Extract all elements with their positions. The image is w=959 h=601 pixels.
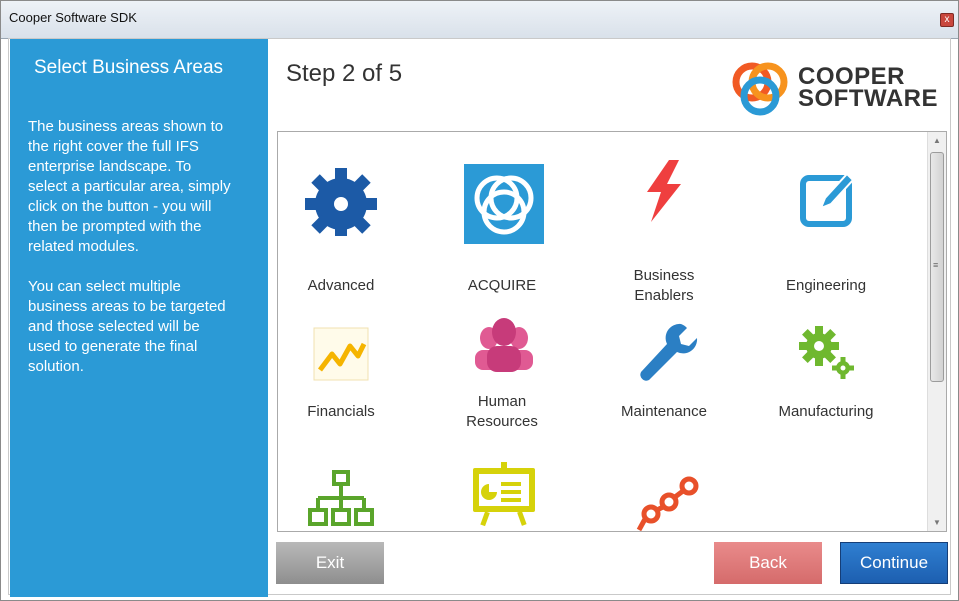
area-label: Enablers xyxy=(634,287,694,304)
scroll-grip-icon: ≡ xyxy=(933,260,939,270)
gear-icon xyxy=(305,168,377,236)
area-label: ACQUIRE xyxy=(467,277,537,294)
area-label: Resources xyxy=(466,413,538,430)
sidebar-description: The business areas shown to the right co… xyxy=(28,118,231,255)
area-label: Engineering xyxy=(785,277,867,294)
logo-rings-icon xyxy=(732,62,788,116)
exit-button[interactable]: Exit xyxy=(276,542,384,584)
window-title: Cooper Software SDK xyxy=(9,10,137,25)
back-button[interactable]: Back xyxy=(714,542,822,584)
sidebar-heading: Select Business Areas xyxy=(34,57,224,78)
area-label: Business xyxy=(633,267,695,284)
people-icon xyxy=(475,318,533,372)
workflow-icon xyxy=(636,476,699,531)
title-bar: Cooper Software SDK x xyxy=(1,1,958,39)
area-label: Advanced xyxy=(307,277,375,294)
business-areas-grid: Advanced ACQUIRE Business Enablers Engin… xyxy=(277,131,947,532)
org-chart-icon xyxy=(308,470,374,526)
area-label: Financials xyxy=(307,403,375,420)
edit-icon xyxy=(800,172,855,227)
continue-button[interactable]: Continue xyxy=(840,542,948,584)
vertical-scrollbar[interactable]: ▲ ≡ ▼ xyxy=(927,132,946,531)
cooper-software-logo: COOPER SOFTWARE xyxy=(728,58,943,118)
area-label: Manufacturing xyxy=(778,403,874,420)
logo-word-2: SOFTWARE xyxy=(798,85,938,112)
lightning-icon xyxy=(647,160,681,222)
scroll-up-icon[interactable]: ▲ xyxy=(933,136,941,145)
close-icon[interactable]: x xyxy=(940,13,954,27)
scroll-down-icon[interactable]: ▼ xyxy=(933,518,941,527)
sidebar-instructions: You can select multiple business areas t… xyxy=(28,278,226,375)
gears-icon xyxy=(799,326,854,379)
step-indicator: Step 2 of 5 xyxy=(286,60,403,87)
area-label: Human xyxy=(477,393,527,410)
chart-line-icon xyxy=(313,327,369,381)
area-label: Maintenance xyxy=(621,403,707,420)
presentation-icon xyxy=(473,462,535,527)
acquire-logo-icon xyxy=(464,164,544,244)
wrench-icon xyxy=(640,323,698,381)
sidebar: Select Business Areas The business areas… xyxy=(10,39,268,597)
